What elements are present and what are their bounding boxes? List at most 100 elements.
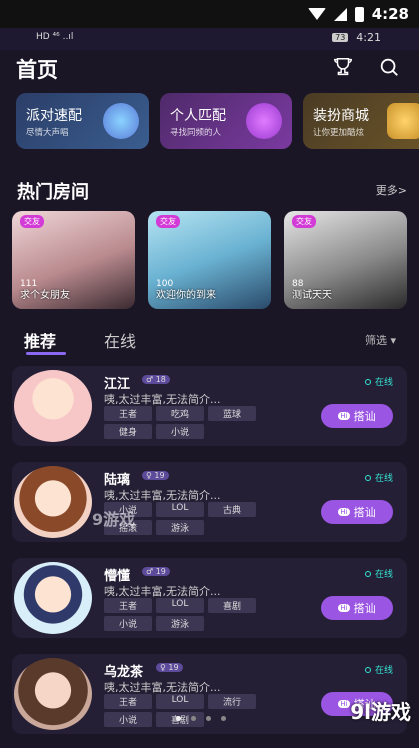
sunglasses-icon — [246, 103, 282, 139]
age-badge: ♀ 19 — [156, 663, 183, 672]
inner-time: 4:21 — [356, 31, 381, 44]
signal-icon — [333, 7, 347, 21]
avatar[interactable] — [14, 370, 92, 442]
watermark: 9游戏 — [92, 510, 136, 529]
avatar[interactable] — [14, 466, 92, 538]
hi-icon: Hi — [338, 412, 350, 420]
card-title: 装扮商城 — [313, 108, 369, 124]
card-subtitle: 让你更加酷炫 — [313, 128, 365, 138]
list-item[interactable]: 乌龙茶 ♀ 19 咦,太过丰富,无法简介... 王者 LOL 流行 小说 喜剧 … — [12, 654, 407, 734]
interest-tag: 流行 — [208, 694, 256, 709]
room-name: 欢迎你的到来 — [156, 290, 216, 301]
room-card[interactable]: 交友 111 求个女朋友 — [12, 211, 135, 309]
quick-cards: 派对速配 尽情大声唱 个人匹配 寻找同频的人 装扮商城 让你更加酷炫 — [16, 93, 419, 151]
user-tabs: 推荐 在线 筛选 ▾ — [24, 328, 404, 356]
user-intro: 咦,太过丰富,无法简介... — [104, 393, 221, 406]
page-title: 首页 — [16, 58, 58, 82]
interest-tag: 小说 — [156, 424, 204, 439]
interest-tags: 王者 吃鸡 蓝球 健身 小说 — [104, 406, 304, 439]
indicator-dot — [191, 716, 196, 721]
user-name: 江江 — [104, 377, 131, 392]
interest-tag: 喜剧 — [208, 598, 256, 613]
search-icon[interactable] — [378, 56, 400, 78]
room-name: 测试天天 — [292, 290, 332, 301]
chat-button[interactable]: Hi 搭讪 — [321, 596, 393, 620]
list-item[interactable]: 陆璃 ♀ 19 咦,太过丰富,无法简介... 小说 LOL 古典 摇滚 游泳 在… — [12, 462, 407, 542]
header: 首页 — [0, 50, 419, 86]
interest-tag: 王者 — [104, 598, 152, 613]
active-tab-indicator — [26, 352, 66, 355]
interest-tag: 古典 — [208, 502, 256, 517]
hi-icon: Hi — [338, 508, 350, 516]
room-name: 求个女朋友 — [20, 290, 70, 301]
online-status: 在线 — [364, 471, 393, 484]
interest-tag: 游泳 — [156, 520, 204, 535]
tab-online[interactable]: 在线 — [104, 328, 136, 352]
card-title: 派对速配 — [26, 108, 82, 124]
battery-level: 73 — [332, 33, 349, 42]
online-status: 在线 — [364, 567, 393, 580]
interest-tag: LOL — [156, 502, 204, 517]
hot-rooms-list: 交友 111 求个女朋友 交友 100 欢迎你的到来 交友 88 测试天天 — [12, 211, 419, 311]
indicator-dot — [221, 716, 226, 721]
user-name: 懵懂 — [104, 569, 131, 584]
bottom-navigation — [0, 735, 419, 748]
chat-button[interactable]: Hi 搭讪 — [321, 500, 393, 524]
user-intro: 咦,太过丰富,无法简介... — [104, 585, 221, 598]
interest-tag: 小说 — [104, 712, 152, 727]
app-status-bar: HD ⁴⁶ ..ıl 73 4:21 — [0, 28, 419, 50]
indicator-dot — [206, 716, 211, 721]
user-name: 陆璃 — [104, 473, 131, 488]
dressup-shop-card[interactable]: 装扮商城 让你更加酷炫 — [303, 93, 419, 149]
room-card[interactable]: 交友 88 测试天天 — [284, 211, 407, 309]
microphone-icon — [103, 103, 139, 139]
hi-icon: Hi — [338, 604, 350, 612]
indicator-dot — [176, 716, 181, 721]
interest-tag: 王者 — [104, 694, 152, 709]
battery-icon — [354, 6, 364, 22]
shop-icon — [387, 103, 419, 139]
chat-button[interactable]: Hi 搭讪 — [321, 404, 393, 428]
card-title: 个人匹配 — [170, 108, 226, 124]
corner-watermark: 9l游戏 — [350, 700, 411, 724]
room-badge: 交友 — [20, 215, 44, 228]
interest-tag: 蓝球 — [208, 406, 256, 421]
card-subtitle: 尽情大声唱 — [26, 128, 69, 138]
online-dot-icon — [364, 571, 371, 577]
interest-tag: LOL — [156, 598, 204, 613]
personal-match-card[interactable]: 个人匹配 寻找同频的人 — [160, 93, 292, 149]
wifi-icon — [307, 8, 326, 20]
system-time: 4:28 — [371, 5, 409, 23]
interest-tag: 健身 — [104, 424, 152, 439]
party-match-card[interactable]: 派对速配 尽情大声唱 — [16, 93, 149, 149]
user-name: 乌龙茶 — [104, 665, 144, 680]
trophy-icon[interactable] — [332, 56, 354, 78]
online-dot-icon — [364, 379, 371, 385]
more-link[interactable]: 更多> — [376, 182, 407, 198]
interest-tag: LOL — [156, 694, 204, 709]
user-intro: 咦,太过丰富,无法简介... — [104, 681, 221, 694]
avatar[interactable] — [14, 562, 92, 634]
hot-rooms-title: 热门房间 — [17, 182, 89, 203]
room-card[interactable]: 交友 100 欢迎你的到来 — [148, 211, 271, 309]
interest-tag: 小说 — [104, 616, 152, 631]
hi-icon: Hi — [338, 700, 350, 708]
online-dot-icon — [364, 475, 371, 481]
room-badge: 交友 — [292, 215, 316, 228]
room-badge: 交友 — [156, 215, 180, 228]
avatar[interactable] — [14, 658, 92, 730]
online-status: 在线 — [364, 663, 393, 676]
online-dot-icon — [364, 667, 371, 673]
interest-tag: 吃鸡 — [156, 406, 204, 421]
age-badge: ♀ 19 — [142, 471, 169, 480]
user-intro: 咦,太过丰富,无法简介... — [104, 489, 221, 502]
interest-tag: 王者 — [104, 406, 152, 421]
network-indicators: HD ⁴⁶ ..ıl — [36, 32, 74, 42]
interest-tag: 游泳 — [156, 616, 204, 631]
age-badge: ♂ 18 — [142, 375, 170, 384]
online-status: 在线 — [364, 375, 393, 388]
tab-recommend[interactable]: 推荐 — [24, 328, 56, 352]
filter-button[interactable]: 筛选 ▾ — [365, 332, 396, 348]
list-item[interactable]: 懵懂 ♂ 19 咦,太过丰富,无法简介... 王者 LOL 喜剧 小说 游泳 在… — [12, 558, 407, 638]
list-item[interactable]: 江江 ♂ 18 咦,太过丰富,无法简介... 王者 吃鸡 蓝球 健身 小说 在线… — [12, 366, 407, 446]
